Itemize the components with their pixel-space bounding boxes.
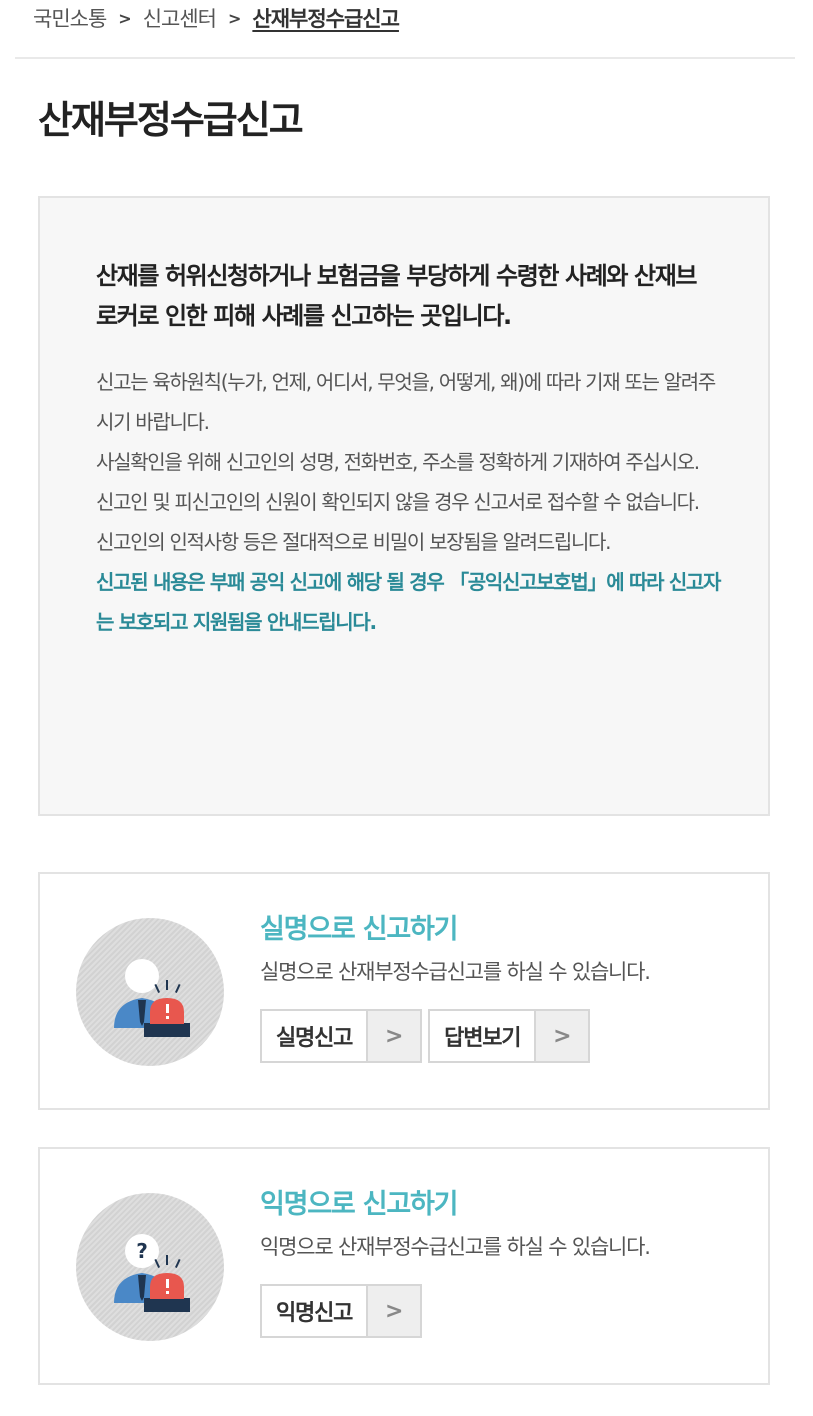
anonymous-report-description: 익명으로 산재부정수급신고를 하실 수 있습니다. [260, 1235, 651, 1259]
info-paragraph: 신고는 육하원칙(누가, 언제, 어디서, 무엇을, 어떻게, 왜)에 따라 기… [96, 370, 716, 434]
info-body: 신고는 육하원칙(누가, 언제, 어디서, 무엇을, 어떻게, 왜)에 따라 기… [96, 362, 726, 642]
info-highlight: 신고된 내용은 부패 공익 신고에 해당 될 경우 「공익신고보호법」에 따라 … [96, 570, 721, 634]
anonymous-report-button[interactable]: 익명신고 > [260, 1284, 423, 1338]
view-answer-button[interactable]: 답변보기 > [428, 1009, 591, 1063]
info-paragraph: 신고인의 인적사항 등은 절대적으로 비밀이 보장됨을 알려드립니다. [96, 530, 612, 554]
info-paragraph: 신고인 및 피신고인의 신원이 확인되지 않을 경우 신고서로 접수할 수 없습… [96, 490, 700, 514]
anonymous-report-card: ? 익명으로 신고하기 익명으로 산재부정수급신고를 하실 수 있습니다. 익명… [38, 1147, 770, 1385]
real-name-report-description: 실명으로 산재부정수급신고를 하실 수 있습니다. [260, 960, 651, 984]
chevron-right-icon: > [227, 8, 241, 28]
real-name-button-row: 실명신고 > 답변보기 > [260, 1009, 591, 1063]
header-divider [15, 57, 795, 59]
svg-text:?: ? [136, 1239, 148, 1263]
info-box: 산재를 허위신청하거나 보험금을 부당하게 수령한 사례와 산재브로커로 인한 … [38, 196, 770, 816]
chevron-right-icon: > [534, 1011, 589, 1061]
info-heading: 산재를 허위신청하거나 보험금을 부당하게 수령한 사례와 산재브로커로 인한 … [96, 262, 697, 330]
breadcrumb-item-home[interactable]: 국민소통 [33, 3, 107, 33]
anonymous-reporter-with-siren-icon: ? [76, 1193, 224, 1341]
breadcrumb-item-report-center[interactable]: 신고센터 [143, 3, 217, 33]
anonymous-button-row: 익명신고 > [260, 1284, 423, 1338]
page-title: 산재부정수급신고 [38, 98, 304, 142]
anonymous-report-button-label: 익명신고 [276, 1301, 353, 1326]
reporter-with-siren-icon [76, 918, 224, 1066]
breadcrumb: 국민소통 > 신고센터 > 산재부정수급신고 [33, 0, 400, 36]
anonymous-report-title: 익명으로 신고하기 [260, 1189, 459, 1220]
chevron-right-icon: > [118, 8, 131, 28]
real-name-report-button-label: 실명신고 [276, 1026, 353, 1051]
real-name-report-title: 실명으로 신고하기 [260, 914, 459, 945]
view-answer-button-label: 답변보기 [444, 1026, 521, 1051]
chevron-right-icon: > [366, 1011, 421, 1061]
real-name-report-button[interactable]: 실명신고 > [260, 1009, 423, 1063]
real-name-report-card: 실명으로 신고하기 실명으로 산재부정수급신고를 하실 수 있습니다. 실명신고… [38, 872, 770, 1110]
chevron-right-icon: > [366, 1286, 421, 1336]
info-paragraph: 사실확인을 위해 신고인의 성명, 전화번호, 주소를 정확하게 기재하여 주십… [96, 450, 700, 474]
breadcrumb-item-current[interactable]: 산재부정수급신고 [252, 3, 400, 33]
